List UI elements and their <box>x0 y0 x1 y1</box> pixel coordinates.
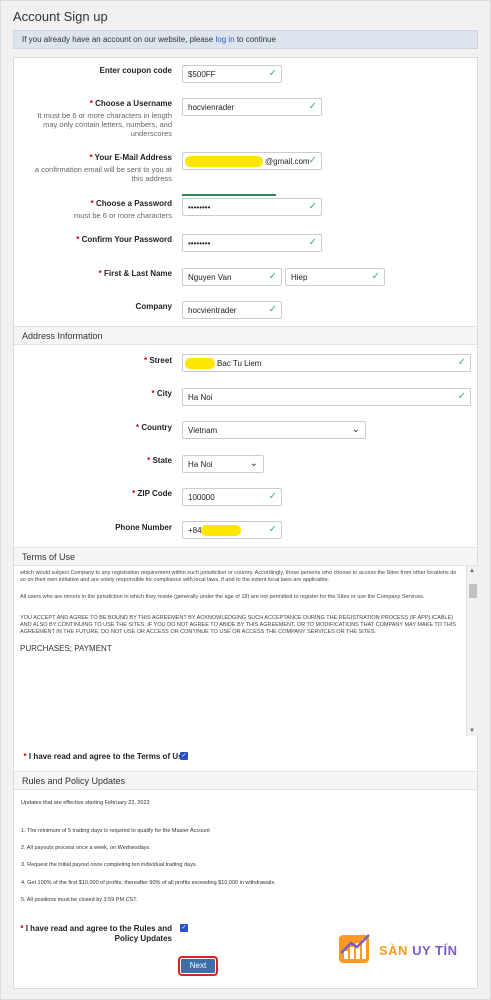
terms-text-area[interactable]: which would subject Company to any regis… <box>14 566 466 736</box>
rules-agree-checkbox[interactable]: ✓ <box>180 924 188 932</box>
login-link[interactable]: log in <box>215 35 234 44</box>
page-title: Account Sign up <box>13 9 108 24</box>
terms-scrollbar[interactable]: ▲ ▼ <box>466 566 478 736</box>
password-input[interactable]: •••••••• ✓ <box>182 198 322 216</box>
zip-input[interactable]: 100000 ✓ <box>182 488 282 506</box>
phone-label: Phone Number <box>115 523 172 532</box>
redaction-highlight <box>185 156 263 167</box>
terms-paragraph: YOU ACCEPT AND AGREE TO BE BOUND BY THIS… <box>20 615 456 635</box>
phone-input[interactable]: +84 ✓ <box>182 521 282 539</box>
password-label: * Choose a Password <box>90 199 172 208</box>
terms-section-header: Terms of Use <box>14 547 477 566</box>
redaction-highlight <box>201 525 241 536</box>
valid-check-icon: ✓ <box>308 155 317 166</box>
watermark-logo: SÀN UY TÍN <box>337 931 467 965</box>
next-button[interactable]: Next <box>178 956 218 976</box>
confirm-password-input[interactable]: •••••••• ✓ <box>182 234 322 252</box>
state-label: * State <box>147 456 172 465</box>
valid-check-icon: ✓ <box>308 201 317 212</box>
rules-intro: Updates that are effective starting Febr… <box>21 800 150 806</box>
username-value: hocvienrader <box>188 103 235 112</box>
bar-chart-logo-icon <box>339 934 370 963</box>
watermark-text: SÀN UY TÍN <box>379 943 458 958</box>
valid-check-icon: ✓ <box>268 524 277 535</box>
zip-value: 100000 <box>188 493 215 502</box>
street-label: * Street <box>143 356 172 365</box>
info-text-suffix: to continue <box>234 35 276 44</box>
country-value: Vietnam <box>188 426 218 435</box>
scroll-down-icon[interactable]: ▼ <box>469 728 475 734</box>
info-text-prefix: If you already have an account on our we… <box>22 35 216 44</box>
terms-agree-checkbox[interactable]: ✓ <box>180 752 188 760</box>
password-value: •••••••• <box>188 203 211 212</box>
signup-form: Enter coupon code $500FF ✓ * Choose a Use… <box>13 57 478 989</box>
street-value: Bac Tu Liem <box>217 359 262 368</box>
terms-paragraph: All users who are minors in the jurisdic… <box>20 594 425 600</box>
valid-check-icon: ✓ <box>308 101 317 112</box>
first-name-value: Nguyen Van <box>188 273 232 282</box>
city-input[interactable]: Ha Noi ✓ <box>182 388 471 406</box>
last-name-input[interactable]: Hiep ✓ <box>285 268 385 286</box>
confirm-password-label: * Confirm Your Password <box>76 235 172 244</box>
street-input[interactable]: Bac Tu Liem ✓ <box>182 354 471 372</box>
rule-item: 2. All payouts process once a week, on W… <box>21 845 151 851</box>
address-section-header: Address Information <box>14 326 477 345</box>
confirm-password-value: •••••••• <box>188 239 211 248</box>
username-input[interactable]: hocvienrader ✓ <box>182 98 322 116</box>
state-select[interactable]: Ha Noi ⌄ <box>182 455 264 473</box>
zip-label: * ZIP Code <box>132 489 172 498</box>
company-value: hocvientrader <box>188 306 237 315</box>
valid-check-icon: ✓ <box>268 68 277 79</box>
valid-check-icon: ✓ <box>457 357 466 368</box>
email-label: * Your E-Mail Address <box>89 153 172 162</box>
chevron-down-icon: ⌄ <box>351 424 360 435</box>
phone-value: +84 <box>188 526 202 535</box>
coupon-label: Enter coupon code <box>99 66 172 75</box>
rules-section-header: Rules and Policy Updates <box>14 771 477 790</box>
coupon-value: $500FF <box>188 70 216 79</box>
rule-item: 1. The minimum of 5 trading days is requ… <box>21 828 210 834</box>
valid-check-icon: ✓ <box>457 391 466 402</box>
country-select[interactable]: Vietnam ⌄ <box>182 421 366 439</box>
scroll-thumb[interactable] <box>469 584 477 598</box>
signup-page: Account Sign up If you already have an a… <box>0 0 491 1000</box>
password-strength-bar <box>182 194 276 196</box>
valid-check-icon: ✓ <box>268 304 277 315</box>
username-label: * Choose a Username <box>89 99 172 108</box>
username-hint: It must be 6 or more characters in lengt… <box>37 111 172 138</box>
email-value: @gmail.com <box>265 157 310 166</box>
valid-check-icon: ✓ <box>268 271 277 282</box>
state-value: Ha Noi <box>188 460 213 469</box>
email-hint: a confirmation email will be sent to you… <box>34 165 172 183</box>
terms-heading: PURCHASES; PAYMENT <box>20 644 112 653</box>
rule-item: 5. All positions must be closed by 3:59 … <box>21 897 138 903</box>
rule-item: 3. Request the initial payout once compl… <box>21 862 198 868</box>
valid-check-icon: ✓ <box>371 271 380 282</box>
company-input[interactable]: hocvientrader ✓ <box>182 301 282 319</box>
company-label: Company <box>135 302 172 311</box>
city-label: * City <box>151 389 172 398</box>
rules-agree-label: * I have read and agree to the Rules and… <box>20 924 172 943</box>
valid-check-icon: ✓ <box>268 491 277 502</box>
chevron-down-icon: ⌄ <box>249 458 258 469</box>
coupon-input[interactable]: $500FF ✓ <box>182 65 282 83</box>
terms-paragraph: which would subject Company to any regis… <box>20 570 457 583</box>
last-name-value: Hiep <box>291 273 308 282</box>
login-info-bar: If you already have an account on our we… <box>13 30 478 49</box>
first-name-input[interactable]: Nguyen Van ✓ <box>182 268 282 286</box>
password-hint: must be 6 or more characters <box>74 211 172 220</box>
rule-item: 4. Get 100% of the first $10,000 of prof… <box>21 880 276 886</box>
valid-check-icon: ✓ <box>308 237 317 248</box>
city-value: Ha Noi <box>188 393 213 402</box>
name-label: * First & Last Name <box>98 269 172 278</box>
redaction-highlight <box>185 358 215 369</box>
email-input[interactable]: @gmail.com ✓ <box>182 152 322 170</box>
country-label: * Country <box>135 423 172 432</box>
terms-agree-label: * I have read and agree to the Terms of … <box>23 752 187 761</box>
scroll-up-icon[interactable]: ▲ <box>469 568 475 574</box>
